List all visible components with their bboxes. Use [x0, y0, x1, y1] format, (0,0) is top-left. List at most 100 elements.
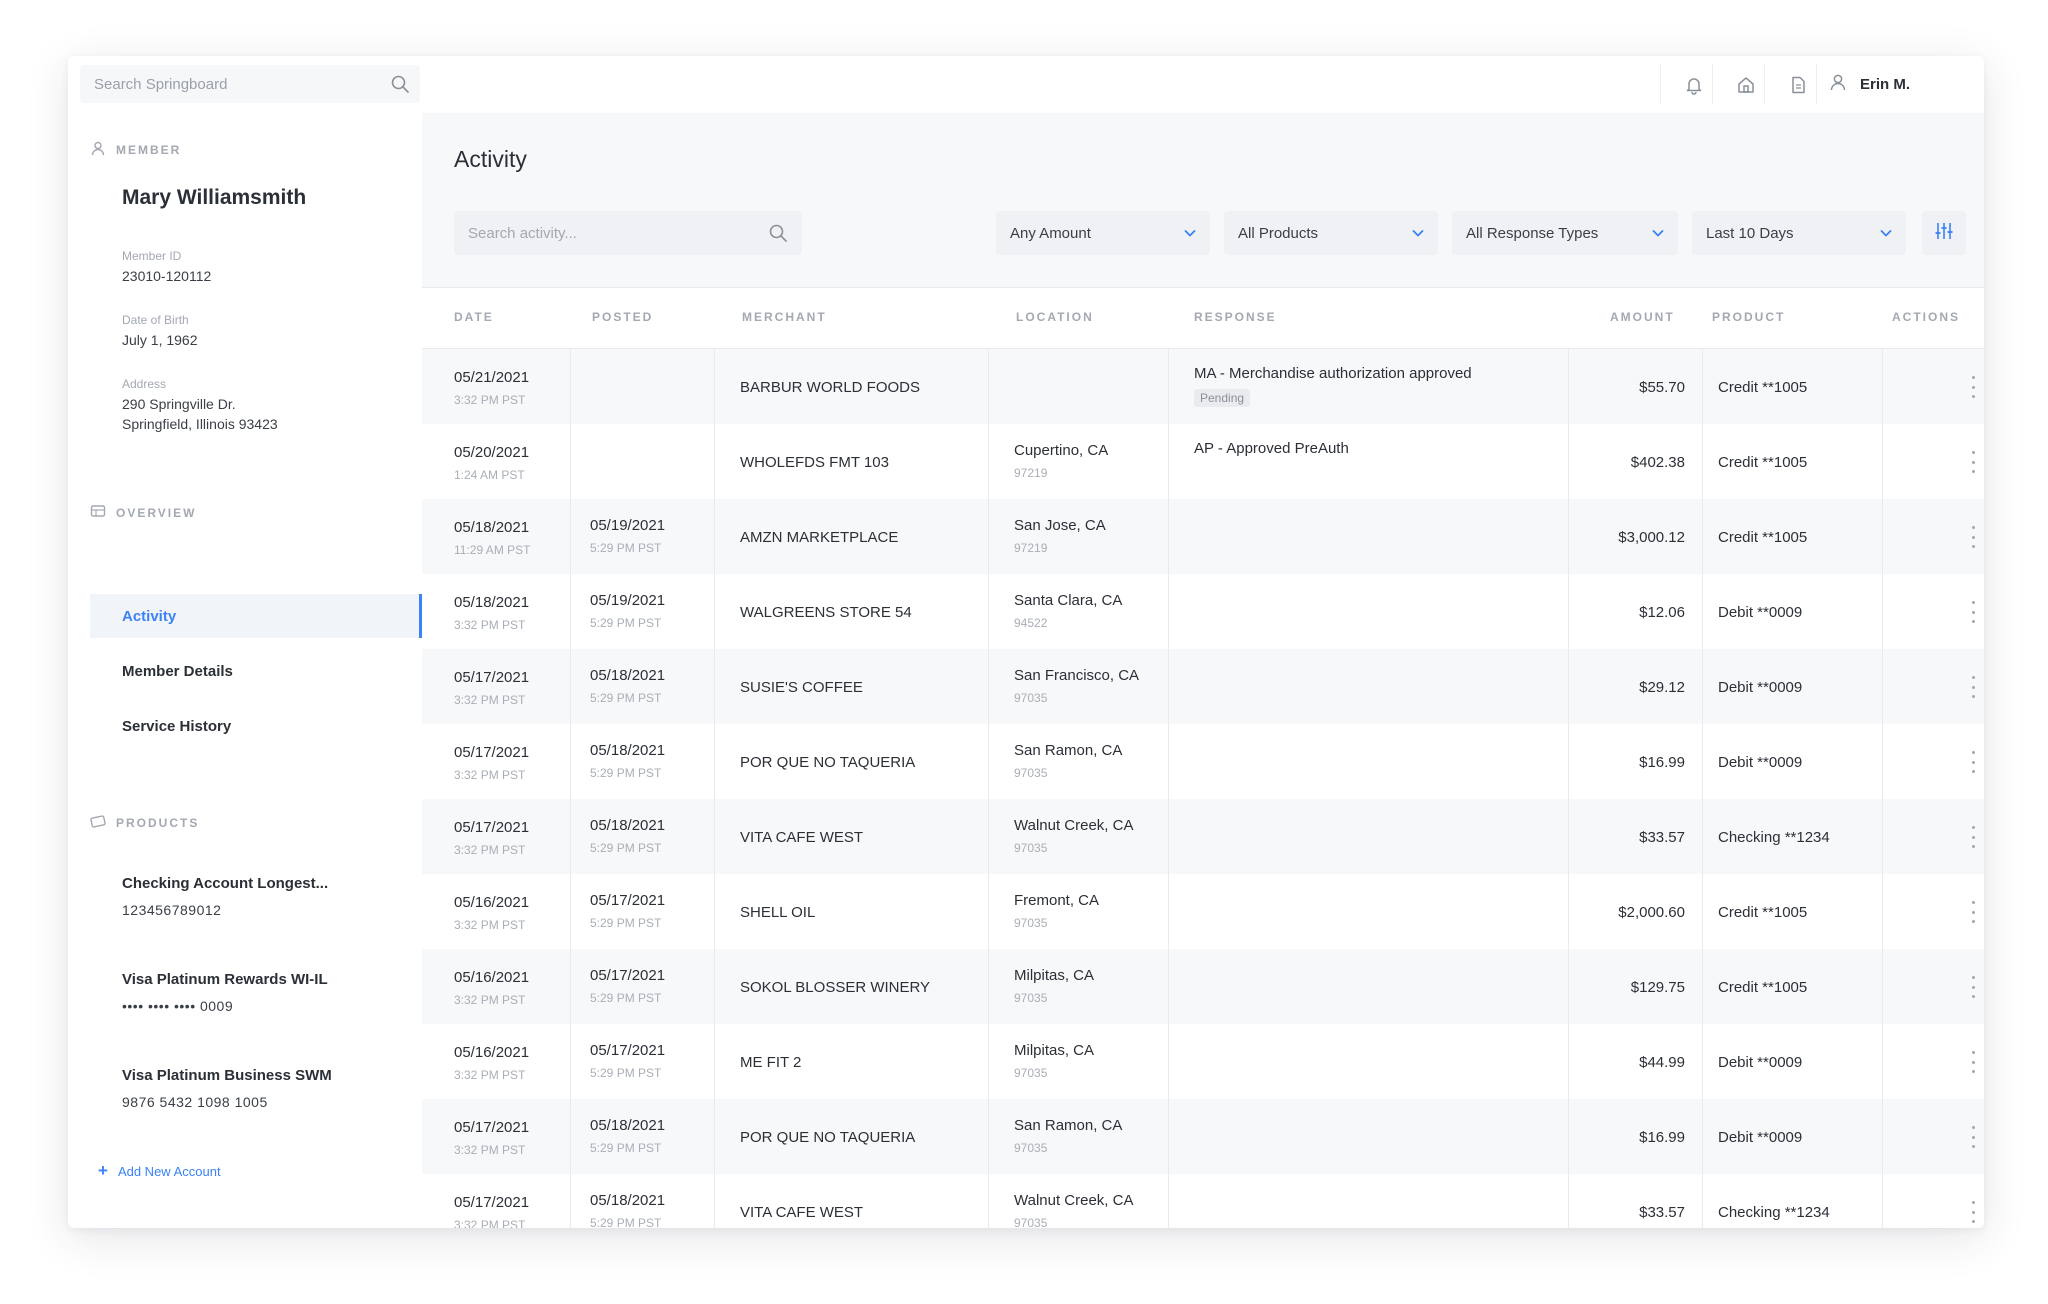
more-actions-icon[interactable]: [1963, 1051, 1983, 1073]
table-row[interactable]: 05/17/2021 3:32 PM PST 05/18/2021 5:29 P…: [422, 799, 1984, 874]
table-row[interactable]: 05/16/2021 3:32 PM PST 05/17/2021 5:29 P…: [422, 874, 1984, 949]
table-row[interactable]: 05/18/2021 11:29 AM PST 05/19/2021 5:29 …: [422, 499, 1984, 574]
search-icon[interactable]: [768, 223, 788, 248]
column-divider: [714, 1024, 715, 1099]
column-divider: [570, 1099, 571, 1174]
date-range-filter[interactable]: Last 10 Days: [1692, 211, 1906, 255]
column-header-merchant[interactable]: MERCHANT: [742, 310, 827, 324]
transaction-date: 05/17/2021: [454, 1119, 530, 1136]
location-zip: 97219: [1014, 466, 1048, 480]
column-divider: [1168, 799, 1169, 874]
transaction-time: 3:32 PM PST: [454, 918, 526, 932]
column-header-actions: ACTIONS: [1892, 310, 1960, 324]
sidebar-item-member-details[interactable]: Member Details: [90, 649, 422, 693]
transaction-date: 05/16/2021: [454, 894, 530, 911]
amount-filter-label: Any Amount: [1010, 224, 1091, 242]
table-row[interactable]: 05/17/2021 3:32 PM PST 05/18/2021 5:29 P…: [422, 649, 1984, 724]
document-icon[interactable]: [1780, 67, 1816, 103]
location-zip: 97035: [1014, 1216, 1048, 1228]
products-filter[interactable]: All Products: [1224, 211, 1438, 255]
more-actions-icon[interactable]: [1963, 826, 1983, 848]
home-icon[interactable]: [1728, 67, 1764, 103]
more-actions-icon[interactable]: [1963, 976, 1983, 998]
product-name[interactable]: Visa Platinum Rewards WI-IL: [122, 971, 328, 988]
transaction-date: 05/17/2021: [454, 744, 530, 761]
topbar-divider: [1816, 64, 1817, 104]
column-divider: [1168, 949, 1169, 1024]
column-divider: [988, 799, 989, 874]
column-header-posted[interactable]: POSTED: [592, 310, 653, 324]
app-window: Erin M. MEMBER Mary Williamsmith Member …: [68, 56, 1984, 1228]
more-actions-icon[interactable]: [1963, 751, 1983, 773]
location-city: San Ramon, CA: [1014, 742, 1123, 759]
amount-filter[interactable]: Any Amount: [996, 211, 1210, 255]
column-header-location[interactable]: LOCATION: [1016, 310, 1094, 324]
transaction-date: 05/18/2021: [454, 594, 530, 611]
sidebar-item-service-history[interactable]: Service History: [90, 704, 422, 748]
status-badge: Pending: [1194, 389, 1251, 407]
product-label: Credit **1005: [1718, 529, 1808, 546]
more-actions-icon[interactable]: [1963, 601, 1983, 623]
column-divider: [1168, 499, 1169, 574]
page-title: Activity: [454, 146, 527, 172]
table-row[interactable]: 05/17/2021 3:32 PM PST 05/18/2021 5:29 P…: [422, 1099, 1984, 1174]
column-header-product[interactable]: PRODUCT: [1712, 310, 1785, 324]
more-actions-icon[interactable]: [1963, 901, 1983, 923]
bell-icon[interactable]: [1676, 67, 1712, 103]
merchant-name: BARBUR WORLD FOODS: [740, 379, 921, 396]
column-divider: [570, 1174, 571, 1228]
location-city: Santa Clara, CA: [1014, 592, 1123, 609]
user-icon: [90, 140, 106, 159]
more-actions-icon[interactable]: [1963, 451, 1983, 473]
table-row[interactable]: 05/16/2021 3:32 PM PST 05/17/2021 5:29 P…: [422, 949, 1984, 1024]
table-row[interactable]: 05/18/2021 3:32 PM PST 05/19/2021 5:29 P…: [422, 574, 1984, 649]
column-divider: [1568, 499, 1569, 574]
address-line2: Springfield, Illinois 93423: [122, 416, 278, 432]
column-divider: [570, 424, 571, 499]
user-menu[interactable]: Erin M.: [1828, 64, 1984, 104]
column-divider: [714, 949, 715, 1024]
activity-search-input[interactable]: [454, 211, 782, 255]
column-header-date[interactable]: DATE: [454, 310, 494, 324]
filter-settings-button[interactable]: [1922, 211, 1966, 255]
more-actions-icon[interactable]: [1963, 676, 1983, 698]
table-row[interactable]: 05/17/2021 3:32 PM PST 05/18/2021 5:29 P…: [422, 724, 1984, 799]
product-name[interactable]: Visa Platinum Business SWM: [122, 1067, 332, 1084]
column-divider: [1882, 1174, 1883, 1228]
add-account-link[interactable]: + Add New Account: [98, 1161, 221, 1181]
column-divider: [988, 949, 989, 1024]
more-actions-icon[interactable]: [1963, 1126, 1983, 1148]
column-divider: [1568, 649, 1569, 724]
more-actions-icon[interactable]: [1963, 1201, 1983, 1223]
sidebar-item-activity[interactable]: Activity: [90, 594, 423, 638]
table-row[interactable]: 05/17/2021 3:32 PM PST 05/18/2021 5:29 P…: [422, 1174, 1984, 1228]
global-search-input[interactable]: [80, 65, 398, 103]
location-zip: 97035: [1014, 1141, 1048, 1155]
transaction-date: 05/17/2021: [454, 1194, 530, 1211]
column-divider: [1568, 1024, 1569, 1099]
column-divider: [1168, 874, 1169, 949]
column-divider: [1702, 649, 1703, 724]
transaction-time: 11:29 AM PST: [454, 543, 531, 557]
column-header-amount[interactable]: AMOUNT: [1610, 310, 1675, 324]
location-city: Cupertino, CA: [1014, 442, 1109, 459]
table-row[interactable]: 05/21/2021 3:32 PM PST BARBUR WORLD FOOD…: [422, 349, 1984, 424]
column-divider: [1702, 424, 1703, 499]
location-zip: 97035: [1014, 916, 1048, 930]
topbar-divider: [1764, 64, 1765, 104]
search-icon[interactable]: [390, 74, 410, 99]
column-divider: [1882, 574, 1883, 649]
table-row[interactable]: 05/20/2021 1:24 AM PST WHOLEFDS FMT 103 …: [422, 424, 1984, 499]
more-actions-icon[interactable]: [1963, 376, 1983, 398]
posted-time: 5:29 PM PST: [590, 841, 662, 855]
column-header-response[interactable]: RESPONSE: [1194, 310, 1277, 324]
product-name[interactable]: Checking Account Longest...: [122, 875, 328, 892]
more-actions-icon[interactable]: [1963, 526, 1983, 548]
column-divider: [1168, 424, 1169, 499]
location-zip: 97035: [1014, 766, 1048, 780]
table-row[interactable]: 05/16/2021 3:32 PM PST 05/17/2021 5:29 P…: [422, 1024, 1984, 1099]
response-type-filter[interactable]: All Response Types: [1452, 211, 1678, 255]
posted-date: 05/18/2021: [590, 742, 666, 759]
transaction-date: 05/17/2021: [454, 669, 530, 686]
column-divider: [988, 499, 989, 574]
